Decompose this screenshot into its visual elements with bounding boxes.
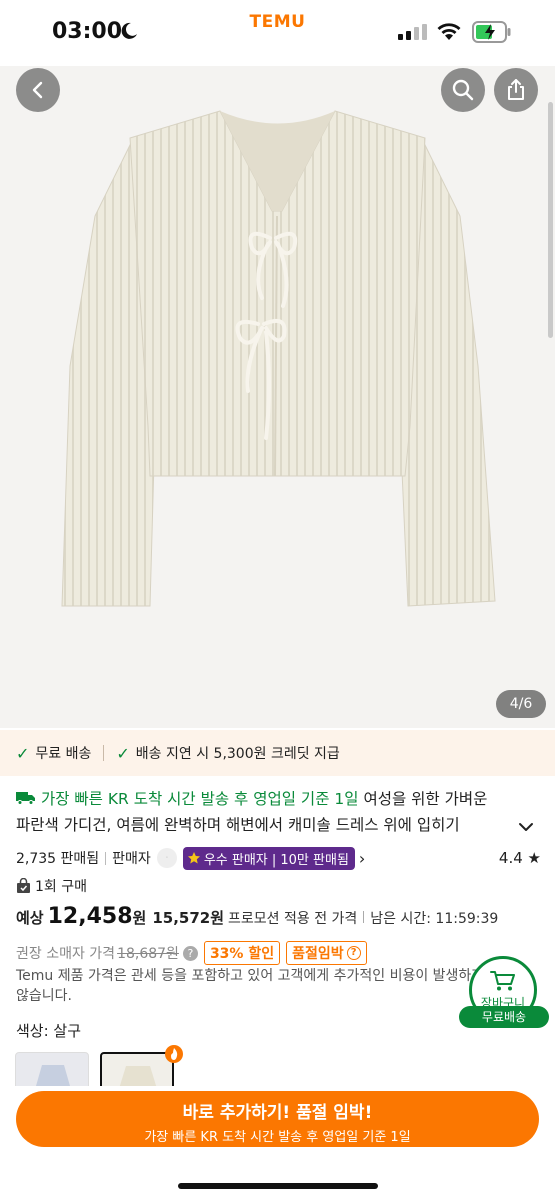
scrollbar[interactable] [548, 102, 553, 338]
top-seller-text: 우수 판매자 | 10만 판매됨 [203, 852, 349, 868]
help-icon: ? [346, 946, 361, 960]
chevron-right-icon[interactable]: › [359, 849, 365, 868]
product-page: 03:00 TEMU 4/6 ✓ 무료 배송 ✓ 배송 지연 시 5,300원 … [0, 0, 555, 1200]
image-counter: 4/6 [496, 690, 546, 718]
chevron-left-icon [32, 81, 43, 99]
status-bar: 03:00 TEMU [0, 0, 555, 66]
free-shipping-pill: 무료배송 [459, 1006, 549, 1028]
rrp-row: 권장 소매자 가격 18,687원 ? 33% 할인 품절임박 ? [16, 940, 373, 966]
cardigan-product-image [61, 110, 496, 607]
rrp-label: 권장 소매자 가격 [16, 946, 116, 962]
discount-tag: 33% 할인 [203, 941, 281, 965]
low-stock-text: 품절임박 [292, 946, 344, 962]
search-icon [452, 79, 474, 101]
share-button[interactable] [494, 68, 538, 112]
back-button[interactable] [16, 68, 60, 112]
rrp-value: 18,687원 [117, 946, 179, 962]
rating-value: 4.4 [498, 849, 523, 867]
benefits-strip[interactable]: ✓ 무료 배송 ✓ 배송 지연 시 5,300원 크레딧 지급 [0, 730, 555, 776]
pre-promo-price: 15,572원 [152, 909, 225, 927]
shipping-line: 가장 빠른 KR 도착 시간 발송 후 영업일 기준 1일 [40, 790, 359, 808]
divider [105, 851, 107, 865]
help-icon[interactable]: ? [182, 945, 198, 961]
home-indicator[interactable] [178, 1183, 378, 1189]
title-line1: 여성을 위한 가벼운 [363, 790, 488, 808]
seller-logo[interactable]: ◦ [156, 848, 177, 868]
price-disclaimer: Temu 제품 가격은 관세 등을 포함하고 있어 고객에게 추가적인 비용이 … [16, 968, 485, 1004]
price-currency: 원 [132, 909, 147, 927]
sold-count: 2,735 판매됨 [16, 851, 100, 867]
divider [363, 911, 365, 923]
product-meta: 2,735 판매됨 판매자 ◦ 우수 판매자 | 10만 판매됨 › 4.4 ★ [16, 846, 541, 870]
chevron-down-icon[interactable] [517, 818, 535, 836]
cellular-signal-icon [398, 24, 427, 40]
free-shipping-text: 무료 배송 [35, 746, 92, 762]
search-button[interactable] [441, 68, 485, 112]
product-image-gallery[interactable]: 4/6 [0, 66, 555, 728]
delay-credit-text: 배송 지연 시 5,300원 크레딧 지급 [135, 746, 340, 762]
cart-icon [490, 970, 515, 990]
shopping-bag-icon [17, 878, 30, 893]
flame-icon [171, 1048, 178, 1060]
pre-promo-note: 프로모션 적용 전 가격 [228, 911, 358, 927]
cta-sub-text: 가장 빠른 KR 도착 시간 발송 후 영업일 기준 1일 [144, 1130, 411, 1145]
check-icon: ✓ [16, 743, 30, 763]
price-value: 12,458 [47, 904, 133, 929]
share-icon [508, 79, 524, 100]
purchase-count: 1회 구매 [16, 876, 87, 896]
price-label: 예상 [16, 909, 44, 927]
hot-flame-icon [165, 1045, 183, 1063]
check-icon: ✓ [116, 743, 130, 763]
purchase-count-text: 1회 구매 [35, 879, 87, 895]
rating[interactable]: 4.4 ★ [499, 849, 541, 867]
title-line2: 파란색 가디건, 여름에 완벽하며 해변에서 캐미솔 드레스 위에 입히기 [16, 816, 460, 834]
star-icon [187, 852, 200, 864]
battery-charging-icon [472, 21, 511, 43]
product-title[interactable]: 가장 빠른 KR 도착 시간 발송 후 영업일 기준 1일 여성을 위한 가벼운… [16, 786, 516, 838]
low-stock-tag[interactable]: 품절임박 ? [286, 941, 367, 965]
seller-label[interactable]: 판매자 [112, 848, 151, 868]
star-icon: ★ [527, 849, 541, 867]
top-seller-badge[interactable]: 우수 판매자 | 10만 판매됨 [182, 846, 355, 870]
discount-text: 33% 할인 [209, 946, 275, 962]
time-left: 남은 시간: 11:59:39 [370, 911, 499, 927]
color-label: 색상: 살구 [16, 1022, 82, 1040]
cta-main-text: 바로 추가하기! 품절 임박! [182, 1103, 373, 1123]
truck-icon [16, 792, 35, 805]
wifi-icon [437, 23, 461, 40]
add-to-cart-button[interactable]: 바로 추가하기! 품절 임박! 가장 빠른 KR 도착 시간 발송 후 영업일 … [16, 1091, 539, 1147]
price-row: 예상 12,458 원 15,572원 프로모션 적용 전 가격 남은 시간: … [16, 904, 546, 936]
divider [103, 745, 105, 761]
